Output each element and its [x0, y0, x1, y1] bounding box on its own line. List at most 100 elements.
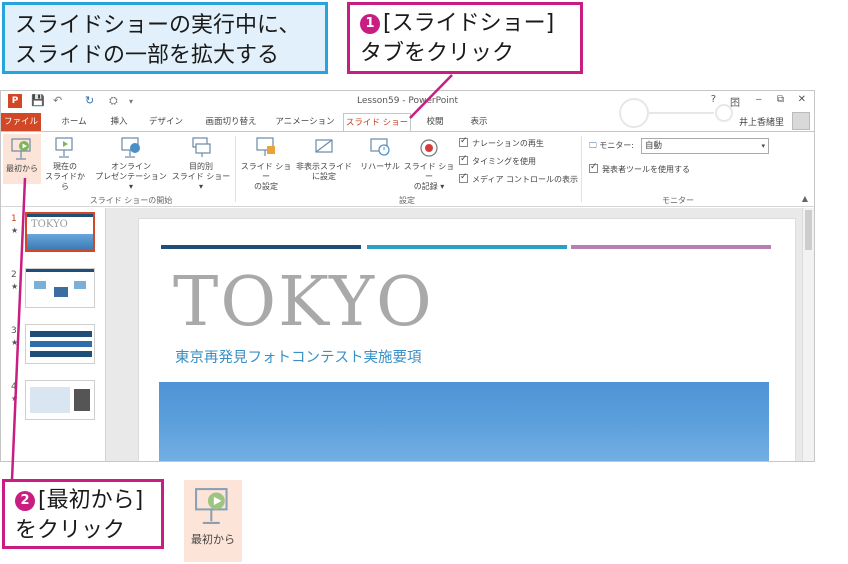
minimize-icon[interactable]: ‒	[756, 94, 762, 105]
monitor-select[interactable]: 自動 ▾	[641, 138, 769, 154]
slide-photo	[159, 382, 769, 461]
chevron-down-icon: ▾	[761, 142, 765, 150]
setup-label-2: の設定	[254, 182, 278, 191]
from-beginning-button[interactable]: 最初から	[3, 134, 41, 184]
checkbox-checked-icon	[459, 154, 468, 165]
globe-projector-icon	[121, 137, 140, 158]
ribbon-slideshow: 最初から 現在の スライドから オンライン プレゼンテーション ▾ 目的別 スラ…	[1, 131, 814, 207]
checkbox-checked-icon	[589, 162, 598, 173]
thumb-star-4: ★	[11, 394, 19, 403]
step2-number: 2	[15, 491, 35, 511]
slide-canvas[interactable]: TOKYO 東京再発見フォトコンテスト実施要項	[138, 218, 796, 461]
thumb-star-3: ★	[11, 338, 19, 347]
record-slideshow-button[interactable]: スライド ショー の記録 ▾	[403, 136, 455, 192]
ribbon-display-options-icon[interactable]: 囨	[730, 94, 740, 109]
setup-slideshow-button[interactable]: スライド ショー の設定	[237, 136, 295, 192]
show-media-controls-checkbox[interactable]: メディア コントロールの表示	[459, 172, 578, 185]
step2-line-2: をクリック	[15, 518, 126, 543]
title-bar-dark	[161, 245, 361, 249]
thumb-star-2: ★	[11, 282, 19, 291]
step1-number: 1	[360, 14, 380, 34]
present-online-button[interactable]: オンライン プレゼンテーション ▾	[93, 136, 169, 192]
thumb-number-2: 2	[11, 270, 17, 280]
from-beginning-button-enlarged: 最初から	[184, 480, 242, 562]
hide-label-1: 非表示スライド	[296, 162, 352, 171]
step2-callout: 2 [最初から] をクリック	[2, 479, 164, 549]
present-online-label-2: プレゼンテーション ▾	[95, 172, 167, 191]
vertical-scrollbar[interactable]	[802, 208, 814, 461]
custom-label-1: 目的別	[189, 162, 213, 171]
custom-slideshow-button[interactable]: 目的別 スライド ショー ▾	[169, 136, 233, 192]
rehearse-label: リハーサル	[360, 162, 400, 171]
setup-projector-icon	[256, 137, 275, 156]
intro-callout: スライドショーの実行中に、 スライドの一部を拡大する	[2, 2, 328, 74]
help-icon[interactable]: ?	[711, 94, 716, 105]
powerpoint-window: P 💾 ↶ ↻ ⛭ ▾ Lesson59 - PowerPoint ? 囨 ‒ …	[0, 90, 815, 462]
step2-text-1: [最初から]	[38, 488, 144, 513]
checkbox-checked-icon	[459, 136, 468, 147]
hide-slide-button[interactable]: 非表示スライド に設定	[295, 136, 353, 182]
monitor-icon: 🖵	[589, 141, 597, 150]
tab-insert[interactable]: 挿入	[101, 113, 137, 131]
collapse-ribbon-icon[interactable]: ▲	[802, 194, 808, 203]
monitor-label: モニター:	[599, 141, 634, 150]
slide-subtitle: 東京再発見フォトコンテスト実施要項	[175, 350, 422, 366]
step1-callout: 1 [スライドショー] タブをクリック	[347, 2, 583, 74]
rehearse-timings-button[interactable]: リハーサル	[357, 136, 403, 172]
setup-group-label: 設定	[399, 196, 415, 205]
setup-label-1: スライド ショー	[240, 162, 292, 181]
presenter-view-label: 発表者ツールを使用する	[602, 165, 690, 174]
slide-thumbnail-2[interactable]	[25, 268, 95, 308]
editor-area: 1 ★ TOKYO 2 ★ 3 ★ 4 ★ TOKYO 東京再発見フォトコンテス…	[1, 208, 814, 461]
restore-icon[interactable]: ⧉	[777, 94, 784, 105]
start-group-label: スライド ショーの開始	[89, 196, 173, 205]
monitor-label-row: 🖵 モニター:	[589, 140, 634, 151]
step2-line-1: 2 [最初から]	[15, 486, 151, 516]
narration-label: ナレーションの再生	[472, 139, 544, 148]
tab-review[interactable]: 校閲	[415, 113, 455, 131]
close-icon[interactable]: ✕	[798, 94, 806, 105]
tab-transitions[interactable]: 画面切り替え	[195, 113, 267, 131]
user-name[interactable]: 井上香緒里	[739, 115, 784, 128]
record-icon	[420, 139, 438, 157]
checkbox-checked-icon	[459, 172, 468, 183]
slide-thumbnail-panel: 1 ★ TOKYO 2 ★ 3 ★ 4 ★	[1, 208, 106, 461]
monitor-value: 自動	[645, 141, 663, 151]
avatar[interactable]	[792, 112, 810, 130]
tab-file[interactable]: ファイル	[1, 113, 41, 131]
step1-text-1: [スライドショー]	[383, 11, 555, 36]
play-narrations-checkbox[interactable]: ナレーションの再生	[459, 136, 544, 149]
slide-thumbnail-1[interactable]: TOKYO	[25, 212, 95, 252]
from-current-slide-button[interactable]: 現在の スライドから	[43, 136, 87, 192]
custom-slides-icon	[192, 137, 211, 157]
hide-slide-icon	[315, 139, 333, 153]
thumb-number-1: 1	[11, 214, 17, 224]
title-bar: P 💾 ↶ ↻ ⛭ ▾ Lesson59 - PowerPoint ? 囨 ‒ …	[1, 91, 814, 128]
tab-home[interactable]: ホーム	[53, 113, 95, 131]
hide-label-2: に設定	[312, 172, 336, 181]
presenter-view-checkbox[interactable]: 発表者ツールを使用する	[589, 162, 690, 175]
thumb-title: TOKYO	[31, 219, 68, 230]
projector-play-icon	[11, 138, 31, 160]
present-online-label-1: オンライン	[111, 162, 151, 171]
slide-thumbnail-4[interactable]	[25, 380, 95, 420]
monitor-group-label: モニター	[662, 196, 694, 205]
slide-thumbnail-3[interactable]	[25, 324, 95, 364]
use-timings-checkbox[interactable]: タイミングを使用	[459, 154, 536, 167]
projector-current-icon	[55, 137, 73, 158]
group-separator	[581, 136, 582, 202]
tab-animations[interactable]: アニメーション	[271, 113, 339, 131]
slide-title: TOKYO	[173, 263, 434, 342]
title-bar-teal	[367, 245, 567, 249]
timings-label: タイミングを使用	[472, 157, 536, 166]
tab-slideshow[interactable]: スライド ショー	[343, 113, 411, 131]
record-label-1: スライド ショー	[403, 162, 455, 181]
group-separator	[235, 136, 236, 202]
tab-view[interactable]: 表示	[459, 113, 499, 131]
thumb-number-3: 3	[11, 326, 17, 336]
tab-design[interactable]: デザイン	[141, 113, 191, 131]
scrollbar-thumb[interactable]	[805, 210, 812, 250]
thumb-number-4: 4	[11, 382, 17, 392]
step1-line-1: 1 [スライドショー]	[360, 9, 570, 39]
record-label-2: の記録 ▾	[413, 182, 445, 191]
